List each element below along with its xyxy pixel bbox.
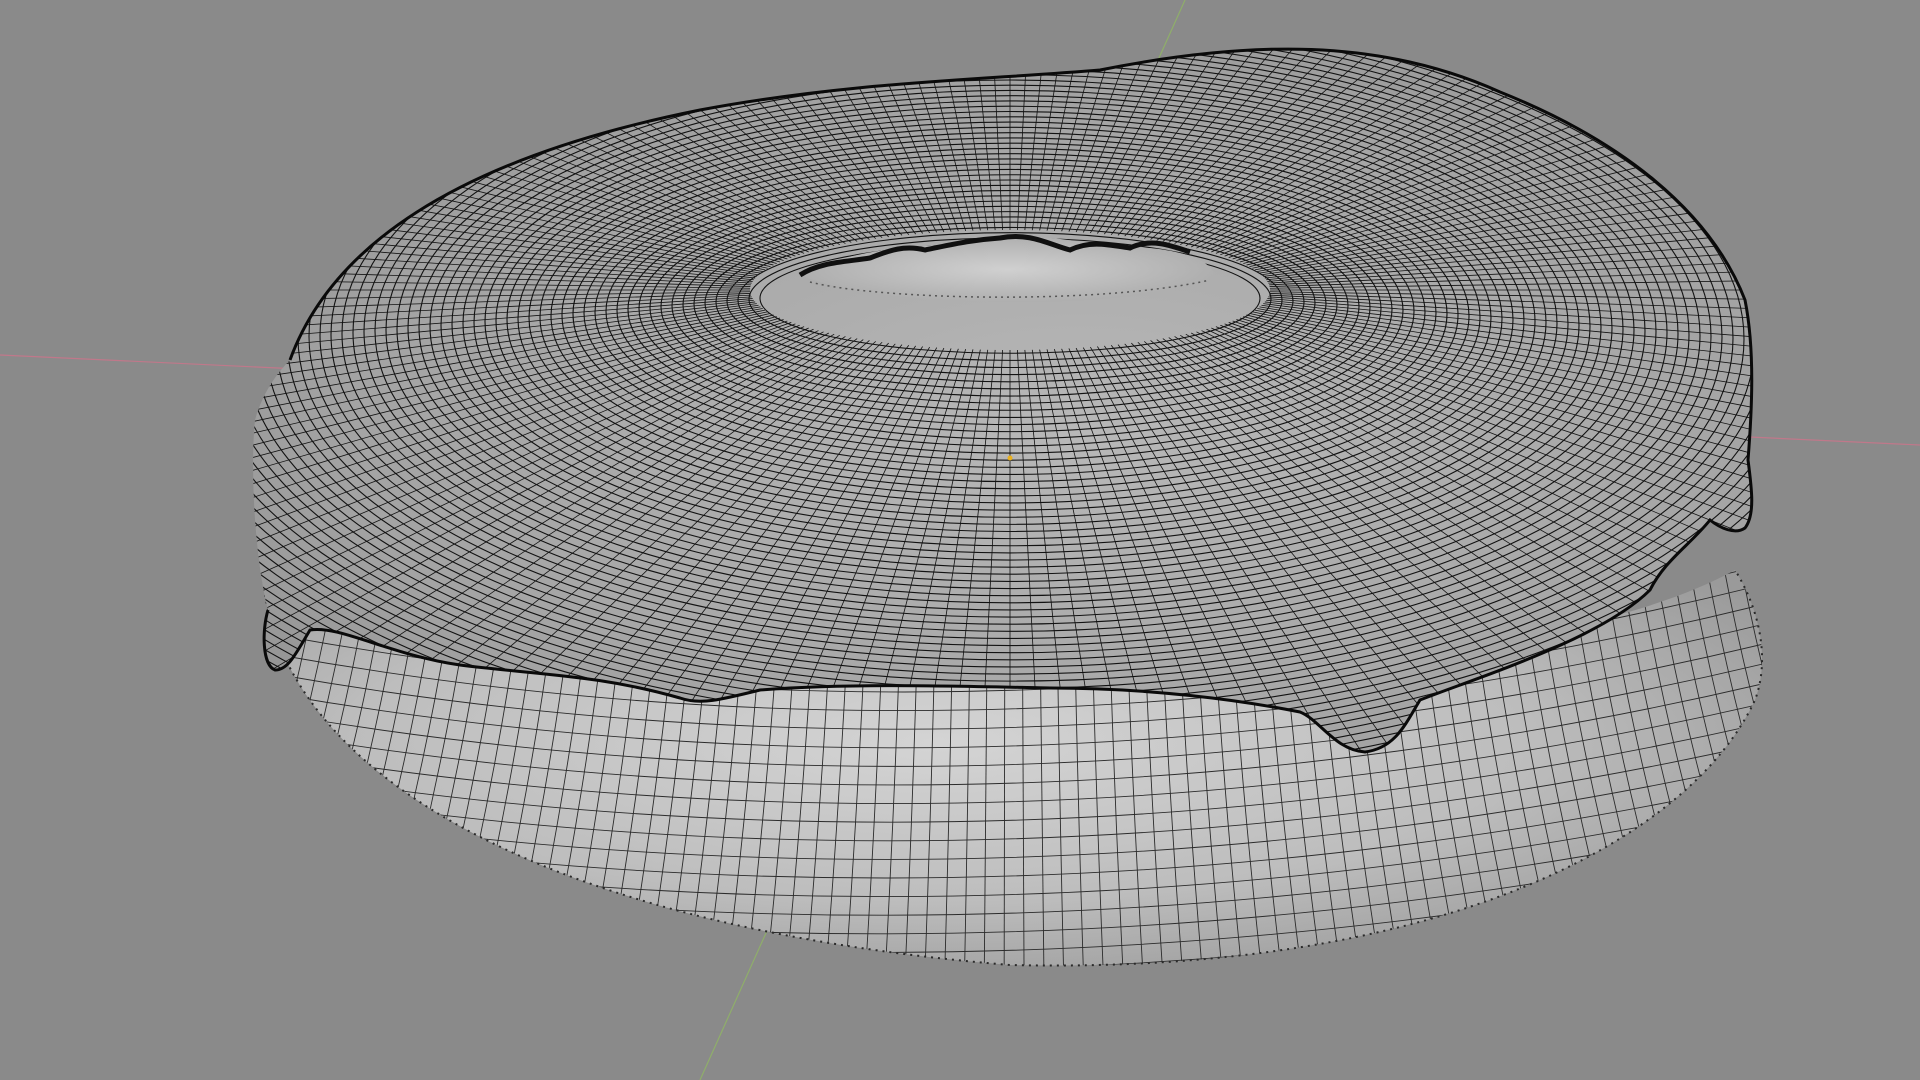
- dough-radial-line: [1752, 560, 1763, 966]
- viewport-canvas[interactable]: [0, 0, 1920, 1080]
- dough-radial-line: [101, 540, 240, 1000]
- object-origin-dot[interactable]: [1007, 455, 1013, 461]
- 3d-viewport[interactable]: [0, 0, 1920, 1080]
- dough-radial-line: [1770, 540, 1907, 1000]
- dough-radial-line: [1735, 560, 1763, 966]
- dough-radial-line: [262, 560, 275, 966]
- dough-radial-line: [121, 540, 257, 1000]
